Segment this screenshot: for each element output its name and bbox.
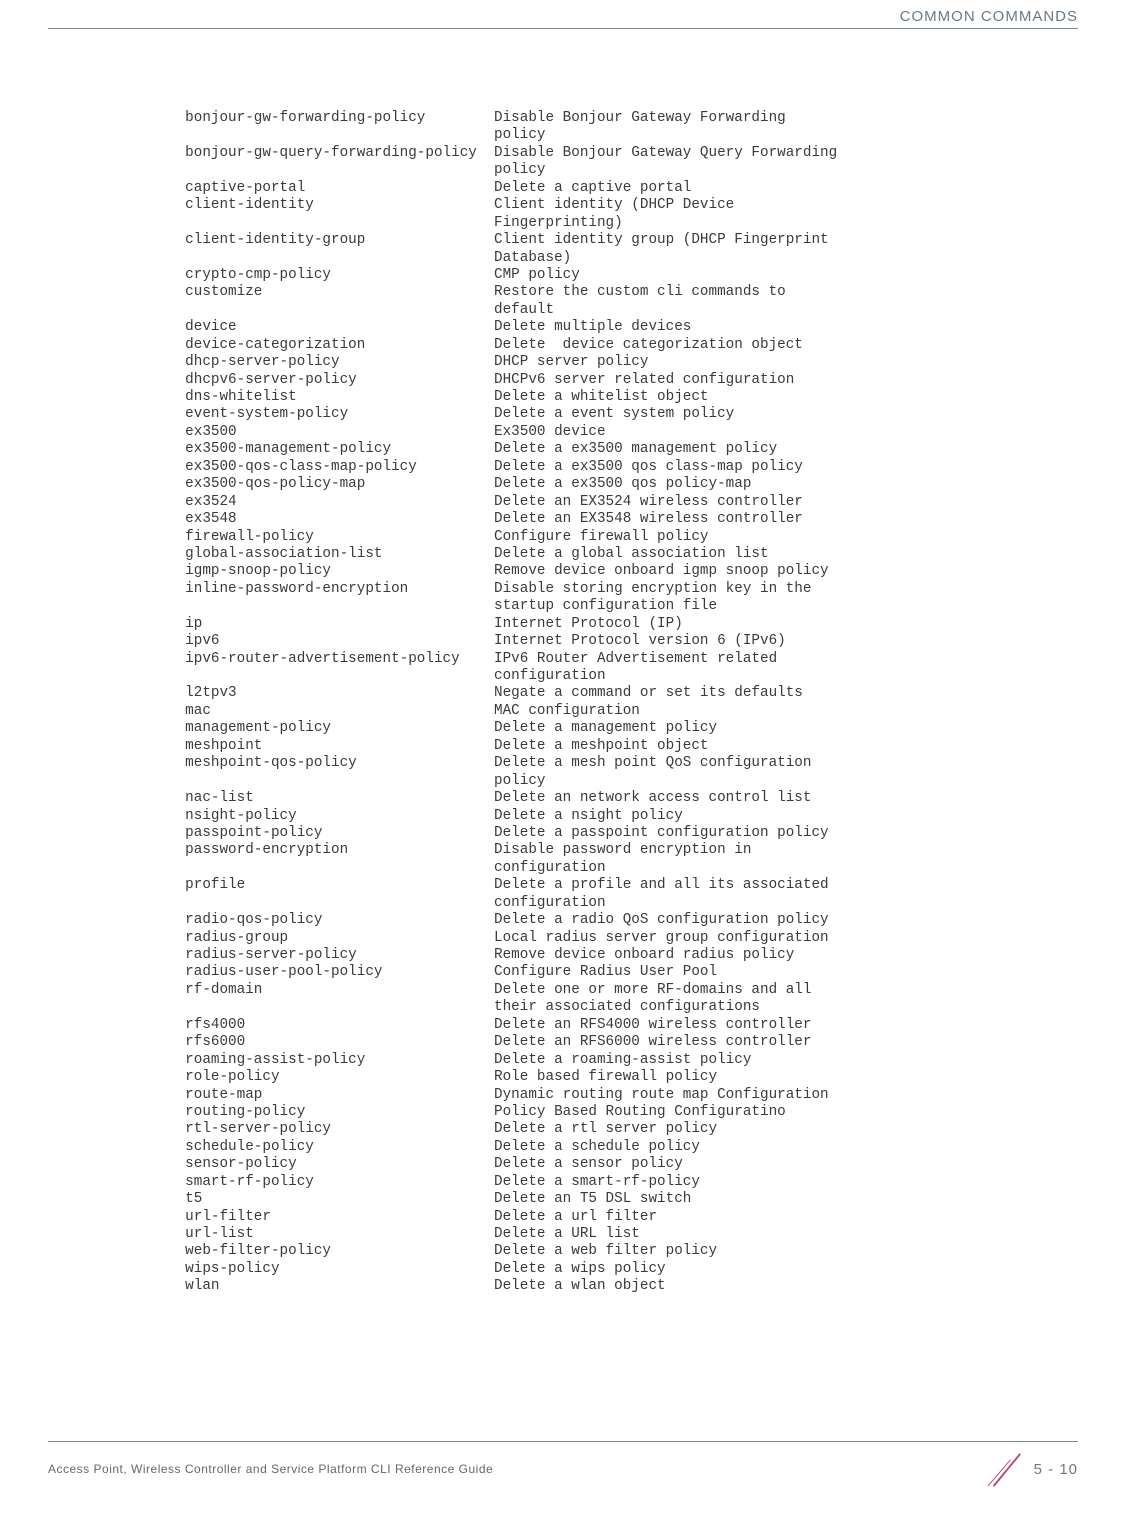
footer-page-number: 5 - 10: [1034, 1461, 1078, 1478]
command-listing: bonjour-gw-forwarding-policy Disable Bon…: [168, 110, 1078, 1313]
footer-slash-icon: [986, 1450, 1024, 1488]
header-rule: [48, 28, 1078, 29]
page-header-title: COMMON COMMANDS: [900, 8, 1078, 25]
footer-guide-title: Access Point, Wireless Controller and Se…: [48, 1462, 493, 1476]
page-footer: Access Point, Wireless Controller and Se…: [48, 1441, 1078, 1488]
footer-right: 5 - 10: [986, 1450, 1078, 1488]
